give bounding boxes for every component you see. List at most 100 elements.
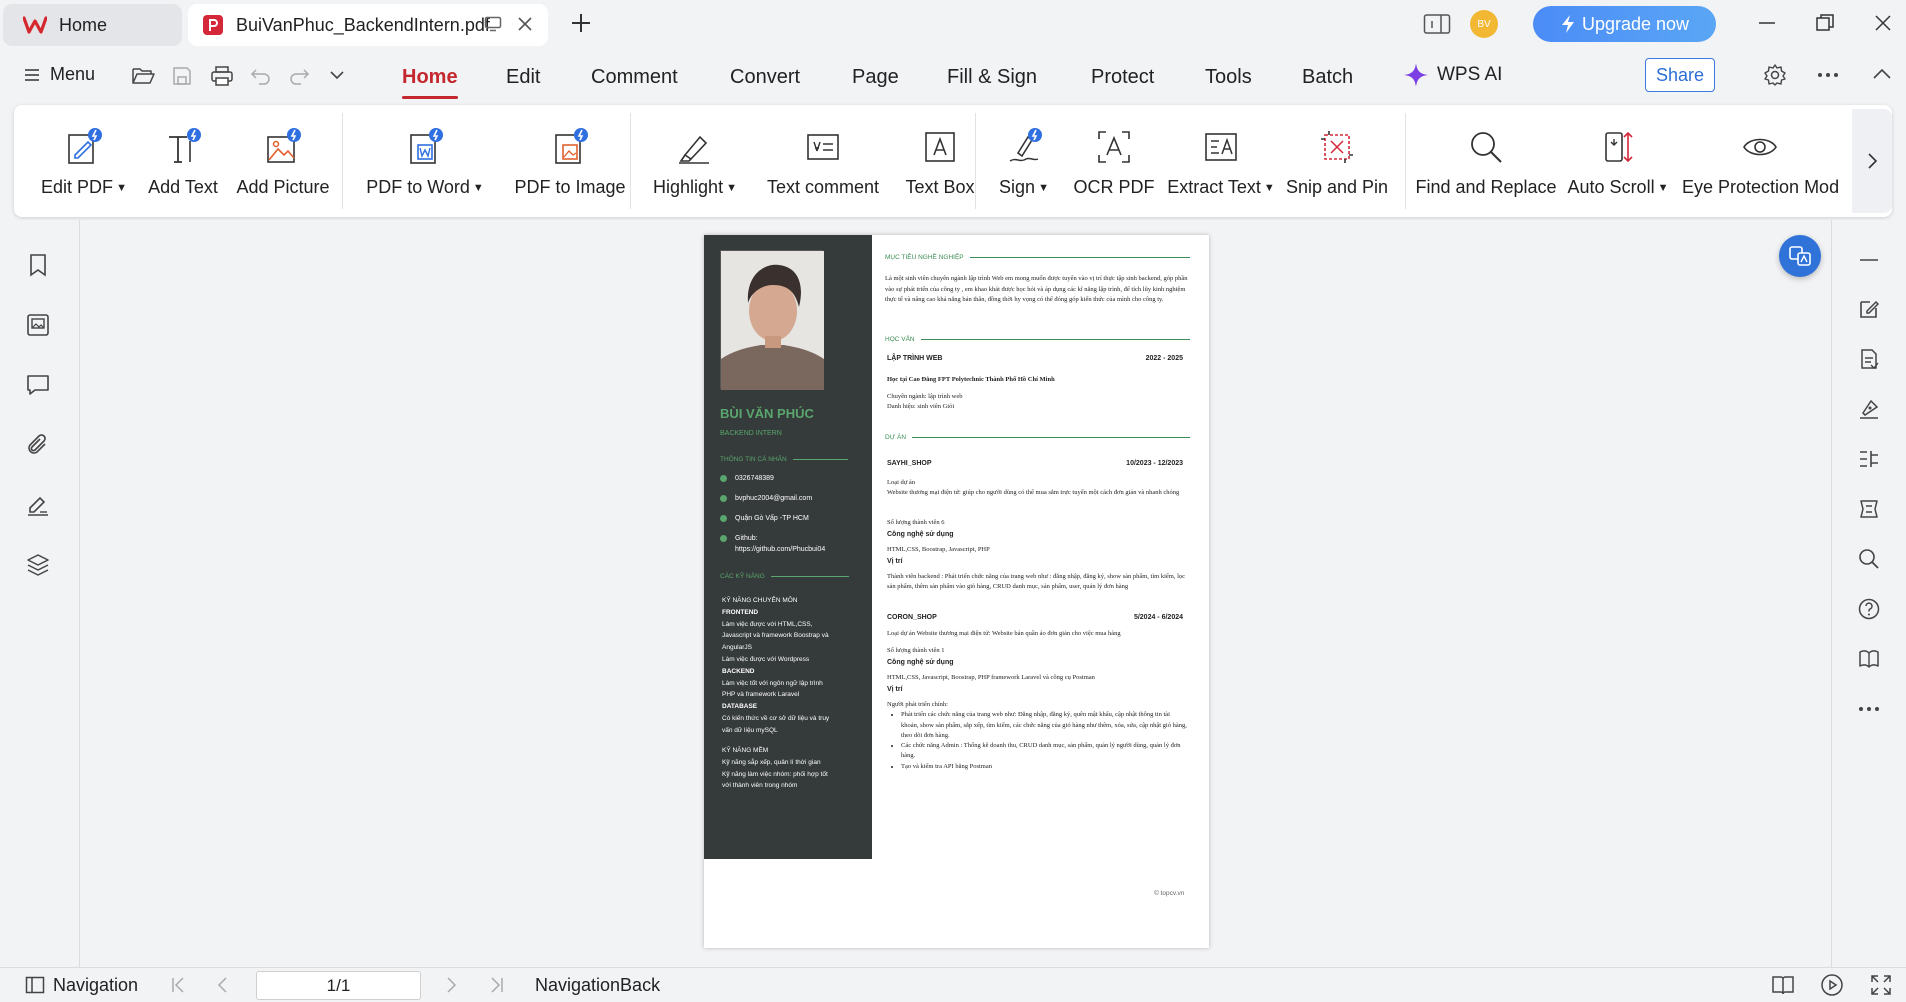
close-window-icon[interactable] [1872, 12, 1894, 34]
tab-convert[interactable]: Convert [730, 66, 800, 89]
pdf-to-image-button[interactable]: PDF to Image [500, 105, 640, 217]
navigation-label[interactable]: Navigation [53, 975, 138, 996]
education-school: Học tại Cao Đẳng FPT Polytechnic Thành P… [887, 376, 1055, 383]
save-icon[interactable] [171, 65, 193, 87]
first-page-icon[interactable] [170, 976, 186, 994]
tab-fill-sign[interactable]: Fill & Sign [947, 66, 1037, 89]
auto-scroll-button[interactable]: Auto Scroll ▼ [1562, 105, 1674, 217]
wps-ai-button[interactable]: WPS AI [1403, 62, 1502, 88]
reading-layout-icon[interactable] [1771, 974, 1795, 996]
navigation-back-label[interactable]: NavigationBack [535, 975, 660, 996]
ribbon-scroll-right[interactable] [1852, 109, 1892, 213]
ocr-icon [1094, 127, 1134, 167]
highlight-button[interactable]: Highlight ▼ [640, 105, 750, 217]
search-icon[interactable] [1857, 547, 1881, 571]
edit-pdf-icon [64, 127, 104, 167]
document-properties-icon[interactable] [1857, 347, 1881, 371]
fullscreen-icon[interactable] [1869, 973, 1893, 997]
close-tab-icon[interactable] [516, 15, 534, 33]
text-comment-icon [803, 127, 843, 167]
collapse-panel-icon[interactable] [1857, 248, 1881, 272]
page-number-input[interactable]: 1/1 [256, 971, 421, 1000]
add-picture-button[interactable]: Add Picture [228, 105, 338, 217]
avatar[interactable]: BV [1470, 10, 1498, 38]
project-1-row: SAYHI_SHOP 10/2023 - 12/2023 [887, 460, 1183, 467]
tab-batch[interactable]: Batch [1302, 66, 1353, 89]
menu-label: Menu [50, 64, 96, 84]
find-and-replace-button[interactable]: Find and Replace [1414, 105, 1558, 217]
attachment-icon[interactable] [25, 432, 51, 458]
pen-tool-icon[interactable] [1857, 397, 1881, 421]
sign-label: Sign ▼ [999, 177, 1049, 197]
extract-text-button[interactable]: Extract Text ▼ [1164, 105, 1278, 217]
find-and-replace-label: Find and Replace [1415, 177, 1557, 197]
text-comment-button[interactable]: Text comment [754, 105, 892, 217]
edit-pdf-button[interactable]: Edit PDF ▼ [34, 105, 134, 217]
skill-line: Javascript và framework Boostrap và [722, 632, 829, 640]
new-tab-icon[interactable] [570, 12, 592, 34]
tab-home-menu[interactable]: Home [402, 66, 458, 99]
ribbon-divider [975, 113, 976, 209]
minimize-icon[interactable] [1756, 12, 1778, 34]
thumbnails-icon[interactable] [25, 312, 51, 338]
next-page-icon[interactable] [444, 976, 458, 994]
more-options-icon[interactable] [1816, 65, 1840, 85]
play-slideshow-icon[interactable] [1820, 973, 1844, 997]
eye-icon [1740, 127, 1780, 167]
tab-home[interactable]: Home [3, 4, 182, 46]
sign-button[interactable]: Sign ▼ [984, 105, 1064, 217]
sign-icon [1004, 127, 1044, 167]
project-1-members: Số lượng thành viên 6 [887, 519, 945, 526]
eye-protection-button[interactable]: Eye Protection Mod [1676, 105, 1846, 217]
redo-icon[interactable] [288, 65, 310, 87]
comments-panel-icon[interactable] [25, 372, 51, 398]
add-text-button[interactable]: Add Text [138, 105, 228, 217]
restore-icon[interactable] [1814, 12, 1836, 34]
previous-page-icon[interactable] [216, 976, 230, 994]
undo-icon[interactable] [250, 65, 272, 87]
sidebar-layout-icon[interactable] [1423, 12, 1451, 36]
sparkle-icon [1403, 62, 1429, 88]
quick-access-dropdown-icon[interactable] [329, 68, 345, 82]
right-sidebar [1831, 220, 1906, 967]
outline-icon[interactable] [1857, 447, 1881, 471]
tab-edit[interactable]: Edit [506, 66, 540, 89]
layers-icon[interactable] [25, 552, 51, 578]
read-mode-icon[interactable] [1857, 497, 1881, 521]
snip-and-pin-button[interactable]: Snip and Pin [1280, 105, 1394, 217]
project-2-role-label: Vị trí [887, 686, 903, 693]
skills-heading: CÁC KỸ NĂNG [720, 573, 849, 580]
pdf-to-word-button[interactable]: PDF to Word ▼ [354, 105, 496, 217]
signature-panel-icon[interactable] [25, 492, 51, 518]
tab-protect[interactable]: Protect [1091, 66, 1154, 89]
translate-float-button[interactable] [1779, 235, 1821, 277]
edit-panel-icon[interactable] [1857, 297, 1881, 321]
skill-line: PHP và framework Laravel [722, 691, 800, 699]
github-url[interactable]: https://github.com/Phucbui04 [735, 544, 825, 555]
upgrade-button[interactable]: Upgrade now [1533, 6, 1716, 42]
bookmark-icon[interactable] [25, 252, 51, 278]
settings-gear-icon[interactable] [1763, 63, 1787, 87]
address-text: Quận Gò Vấp -TP HCM [735, 515, 809, 522]
monitor-icon[interactable] [484, 16, 502, 32]
print-icon[interactable] [210, 65, 234, 87]
tab-document[interactable]: BuiVanPhuc_BackendIntern.pdf [188, 4, 548, 46]
soft-skills-title: KỸ NĂNG MỀM [722, 747, 769, 754]
more-tools-icon[interactable] [1857, 697, 1881, 721]
text-box-button[interactable]: Text Box [894, 105, 986, 217]
tab-page[interactable]: Page [852, 66, 899, 89]
help-icon[interactable] [1857, 597, 1881, 621]
navigation-panel-icon[interactable] [25, 976, 45, 994]
open-folder-icon[interactable] [131, 65, 155, 87]
share-button[interactable]: Share [1645, 58, 1715, 92]
book-icon[interactable] [1857, 647, 1881, 671]
collapse-ribbon-icon[interactable] [1871, 65, 1893, 83]
pdf-page[interactable]: BÙI VĂN PHÚC BACKEND INTERN THÔNG TIN CÁ… [704, 235, 1209, 948]
tab-tools[interactable]: Tools [1205, 66, 1252, 89]
project-2-row: CORON_SHOP 5/2024 - 6/2024 [887, 614, 1183, 621]
ocr-pdf-button[interactable]: OCR PDF [1066, 105, 1162, 217]
highlight-icon [675, 127, 715, 167]
menu-button[interactable]: Menu [24, 64, 95, 85]
tab-comment[interactable]: Comment [591, 66, 678, 89]
last-page-icon[interactable] [489, 976, 505, 994]
